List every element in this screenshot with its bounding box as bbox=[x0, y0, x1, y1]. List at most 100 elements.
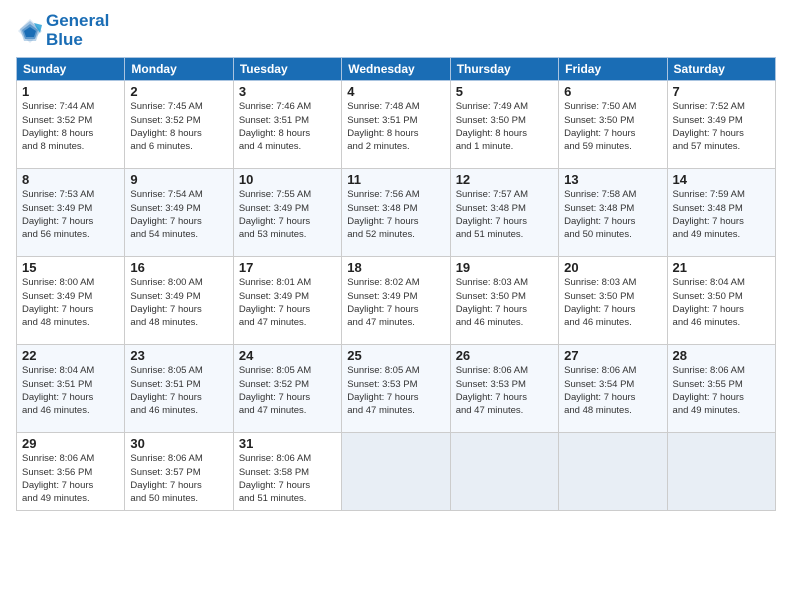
calendar-cell: 9Sunrise: 7:54 AMSunset: 3:49 PMDaylight… bbox=[125, 169, 233, 257]
calendar-cell: 30Sunrise: 8:06 AMSunset: 3:57 PMDayligh… bbox=[125, 433, 233, 511]
day-number: 27 bbox=[564, 348, 661, 363]
day-number: 22 bbox=[22, 348, 119, 363]
calendar-cell: 14Sunrise: 7:59 AMSunset: 3:48 PMDayligh… bbox=[667, 169, 775, 257]
day-info: Sunrise: 8:00 AMSunset: 3:49 PMDaylight:… bbox=[22, 276, 119, 329]
day-number: 26 bbox=[456, 348, 553, 363]
day-number: 30 bbox=[130, 436, 227, 451]
calendar-cell: 29Sunrise: 8:06 AMSunset: 3:56 PMDayligh… bbox=[17, 433, 125, 511]
day-number: 23 bbox=[130, 348, 227, 363]
day-info: Sunrise: 7:58 AMSunset: 3:48 PMDaylight:… bbox=[564, 188, 661, 241]
day-info: Sunrise: 7:48 AMSunset: 3:51 PMDaylight:… bbox=[347, 100, 444, 153]
weekday-header-sunday: Sunday bbox=[17, 58, 125, 81]
day-info: Sunrise: 8:00 AMSunset: 3:49 PMDaylight:… bbox=[130, 276, 227, 329]
logo-text: General Blue bbox=[46, 12, 109, 49]
week-row-4: 22Sunrise: 8:04 AMSunset: 3:51 PMDayligh… bbox=[17, 345, 776, 433]
day-info: Sunrise: 8:02 AMSunset: 3:49 PMDaylight:… bbox=[347, 276, 444, 329]
day-number: 13 bbox=[564, 172, 661, 187]
day-number: 24 bbox=[239, 348, 336, 363]
calendar-cell: 16Sunrise: 8:00 AMSunset: 3:49 PMDayligh… bbox=[125, 257, 233, 345]
calendar-cell: 4Sunrise: 7:48 AMSunset: 3:51 PMDaylight… bbox=[342, 81, 450, 169]
calendar-cell: 5Sunrise: 7:49 AMSunset: 3:50 PMDaylight… bbox=[450, 81, 558, 169]
day-info: Sunrise: 7:45 AMSunset: 3:52 PMDaylight:… bbox=[130, 100, 227, 153]
header: General Blue bbox=[16, 12, 776, 49]
day-info: Sunrise: 7:49 AMSunset: 3:50 PMDaylight:… bbox=[456, 100, 553, 153]
day-number: 9 bbox=[130, 172, 227, 187]
day-number: 7 bbox=[673, 84, 770, 99]
calendar-cell: 20Sunrise: 8:03 AMSunset: 3:50 PMDayligh… bbox=[559, 257, 667, 345]
calendar-cell bbox=[559, 433, 667, 511]
week-row-5: 29Sunrise: 8:06 AMSunset: 3:56 PMDayligh… bbox=[17, 433, 776, 511]
day-number: 19 bbox=[456, 260, 553, 275]
calendar-cell: 31Sunrise: 8:06 AMSunset: 3:58 PMDayligh… bbox=[233, 433, 341, 511]
calendar-cell: 23Sunrise: 8:05 AMSunset: 3:51 PMDayligh… bbox=[125, 345, 233, 433]
day-number: 2 bbox=[130, 84, 227, 99]
day-info: Sunrise: 7:55 AMSunset: 3:49 PMDaylight:… bbox=[239, 188, 336, 241]
calendar-cell: 22Sunrise: 8:04 AMSunset: 3:51 PMDayligh… bbox=[17, 345, 125, 433]
weekday-header-saturday: Saturday bbox=[667, 58, 775, 81]
week-row-2: 8Sunrise: 7:53 AMSunset: 3:49 PMDaylight… bbox=[17, 169, 776, 257]
day-number: 8 bbox=[22, 172, 119, 187]
day-info: Sunrise: 7:57 AMSunset: 3:48 PMDaylight:… bbox=[456, 188, 553, 241]
day-info: Sunrise: 7:50 AMSunset: 3:50 PMDaylight:… bbox=[564, 100, 661, 153]
calendar-cell bbox=[342, 433, 450, 511]
day-number: 20 bbox=[564, 260, 661, 275]
day-number: 11 bbox=[347, 172, 444, 187]
calendar-cell: 11Sunrise: 7:56 AMSunset: 3:48 PMDayligh… bbox=[342, 169, 450, 257]
calendar-cell bbox=[450, 433, 558, 511]
day-info: Sunrise: 8:06 AMSunset: 3:58 PMDaylight:… bbox=[239, 452, 336, 505]
page: General Blue SundayMondayTuesdayWednesda… bbox=[0, 0, 792, 612]
day-info: Sunrise: 8:01 AMSunset: 3:49 PMDaylight:… bbox=[239, 276, 336, 329]
calendar-cell: 19Sunrise: 8:03 AMSunset: 3:50 PMDayligh… bbox=[450, 257, 558, 345]
day-number: 14 bbox=[673, 172, 770, 187]
calendar-cell: 24Sunrise: 8:05 AMSunset: 3:52 PMDayligh… bbox=[233, 345, 341, 433]
day-info: Sunrise: 7:52 AMSunset: 3:49 PMDaylight:… bbox=[673, 100, 770, 153]
week-row-1: 1Sunrise: 7:44 AMSunset: 3:52 PMDaylight… bbox=[17, 81, 776, 169]
day-number: 17 bbox=[239, 260, 336, 275]
calendar-cell: 17Sunrise: 8:01 AMSunset: 3:49 PMDayligh… bbox=[233, 257, 341, 345]
day-number: 29 bbox=[22, 436, 119, 451]
day-number: 10 bbox=[239, 172, 336, 187]
day-info: Sunrise: 8:04 AMSunset: 3:51 PMDaylight:… bbox=[22, 364, 119, 417]
weekday-header-monday: Monday bbox=[125, 58, 233, 81]
weekday-header-thursday: Thursday bbox=[450, 58, 558, 81]
day-info: Sunrise: 8:03 AMSunset: 3:50 PMDaylight:… bbox=[456, 276, 553, 329]
day-info: Sunrise: 8:06 AMSunset: 3:56 PMDaylight:… bbox=[22, 452, 119, 505]
day-number: 5 bbox=[456, 84, 553, 99]
weekday-header-tuesday: Tuesday bbox=[233, 58, 341, 81]
day-number: 31 bbox=[239, 436, 336, 451]
calendar-cell bbox=[667, 433, 775, 511]
day-info: Sunrise: 7:44 AMSunset: 3:52 PMDaylight:… bbox=[22, 100, 119, 153]
calendar-cell: 15Sunrise: 8:00 AMSunset: 3:49 PMDayligh… bbox=[17, 257, 125, 345]
logo: General Blue bbox=[16, 12, 109, 49]
calendar-cell: 10Sunrise: 7:55 AMSunset: 3:49 PMDayligh… bbox=[233, 169, 341, 257]
day-number: 21 bbox=[673, 260, 770, 275]
day-number: 4 bbox=[347, 84, 444, 99]
day-info: Sunrise: 8:06 AMSunset: 3:57 PMDaylight:… bbox=[130, 452, 227, 505]
day-info: Sunrise: 8:06 AMSunset: 3:55 PMDaylight:… bbox=[673, 364, 770, 417]
calendar-cell: 25Sunrise: 8:05 AMSunset: 3:53 PMDayligh… bbox=[342, 345, 450, 433]
calendar-cell: 7Sunrise: 7:52 AMSunset: 3:49 PMDaylight… bbox=[667, 81, 775, 169]
day-info: Sunrise: 8:06 AMSunset: 3:54 PMDaylight:… bbox=[564, 364, 661, 417]
logo-icon bbox=[16, 17, 44, 45]
calendar-cell: 6Sunrise: 7:50 AMSunset: 3:50 PMDaylight… bbox=[559, 81, 667, 169]
day-number: 6 bbox=[564, 84, 661, 99]
weekday-header-row: SundayMondayTuesdayWednesdayThursdayFrid… bbox=[17, 58, 776, 81]
day-info: Sunrise: 7:59 AMSunset: 3:48 PMDaylight:… bbox=[673, 188, 770, 241]
calendar-cell: 21Sunrise: 8:04 AMSunset: 3:50 PMDayligh… bbox=[667, 257, 775, 345]
calendar-cell: 1Sunrise: 7:44 AMSunset: 3:52 PMDaylight… bbox=[17, 81, 125, 169]
day-number: 18 bbox=[347, 260, 444, 275]
day-number: 1 bbox=[22, 84, 119, 99]
day-number: 16 bbox=[130, 260, 227, 275]
calendar-cell: 18Sunrise: 8:02 AMSunset: 3:49 PMDayligh… bbox=[342, 257, 450, 345]
day-info: Sunrise: 7:53 AMSunset: 3:49 PMDaylight:… bbox=[22, 188, 119, 241]
calendar-cell: 3Sunrise: 7:46 AMSunset: 3:51 PMDaylight… bbox=[233, 81, 341, 169]
day-info: Sunrise: 8:05 AMSunset: 3:52 PMDaylight:… bbox=[239, 364, 336, 417]
calendar-cell: 13Sunrise: 7:58 AMSunset: 3:48 PMDayligh… bbox=[559, 169, 667, 257]
weekday-header-wednesday: Wednesday bbox=[342, 58, 450, 81]
calendar-cell: 2Sunrise: 7:45 AMSunset: 3:52 PMDaylight… bbox=[125, 81, 233, 169]
calendar-cell: 28Sunrise: 8:06 AMSunset: 3:55 PMDayligh… bbox=[667, 345, 775, 433]
calendar: SundayMondayTuesdayWednesdayThursdayFrid… bbox=[16, 57, 776, 511]
calendar-cell: 26Sunrise: 8:06 AMSunset: 3:53 PMDayligh… bbox=[450, 345, 558, 433]
day-info: Sunrise: 8:03 AMSunset: 3:50 PMDaylight:… bbox=[564, 276, 661, 329]
weekday-header-friday: Friday bbox=[559, 58, 667, 81]
